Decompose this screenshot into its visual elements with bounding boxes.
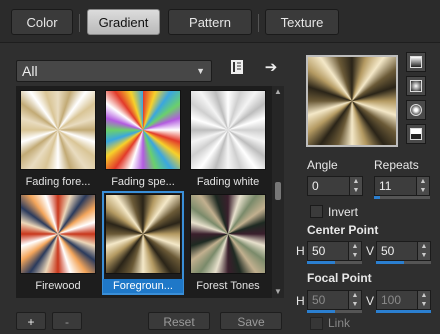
gradient-label: Firewood xyxy=(35,280,81,292)
gradient-thumbnail xyxy=(20,194,96,274)
gradient-item[interactable]: Forest Tones xyxy=(188,192,268,294)
focal-point-label: Focal Point xyxy=(307,271,372,285)
slider-fill xyxy=(376,310,431,313)
repeats-label: Repeats xyxy=(374,158,419,172)
focal-v-value: 100 xyxy=(381,293,402,307)
invert-checkbox[interactable] xyxy=(310,205,323,218)
focal-h-value: 50 xyxy=(312,293,326,307)
repeats-field[interactable]: 11 ▲ ▼ xyxy=(374,176,430,196)
spin-arrows-icon[interactable]: ▲ ▼ xyxy=(348,242,361,260)
repeats-value: 11 xyxy=(379,179,392,193)
scroll-thumb[interactable] xyxy=(275,182,281,200)
tab-gradient[interactable]: Gradient xyxy=(87,9,160,35)
library-icon[interactable] xyxy=(228,59,246,77)
invert-label: Invert xyxy=(328,205,359,219)
add-gradient-button[interactable]: + xyxy=(16,312,46,330)
gradient-item[interactable]: Fading fore... xyxy=(18,88,98,190)
gradient-thumbnail xyxy=(105,90,181,170)
category-dropdown[interactable]: All ▼ xyxy=(16,60,212,82)
tab-pattern[interactable]: Pattern xyxy=(168,9,252,35)
focal-h-field[interactable]: 50 ▲ ▼ xyxy=(307,290,362,310)
chevron-down-icon: ▼ xyxy=(196,66,205,76)
focal-v-label: V xyxy=(366,294,375,308)
gradient-item[interactable]: Fading white xyxy=(188,88,268,190)
gradient-item[interactable]: Firewood xyxy=(18,192,98,294)
gradient-label: Fading spe... xyxy=(111,176,175,188)
linear-style-icon[interactable] xyxy=(406,52,426,72)
spin-arrows-icon[interactable]: ▲ ▼ xyxy=(417,291,430,309)
center-v-field[interactable]: 50 ▲ ▼ xyxy=(376,241,431,261)
center-h-label: H xyxy=(296,244,305,258)
gradient-label: Fading fore... xyxy=(25,176,91,188)
tab-separator xyxy=(258,14,259,32)
focal-h-label: H xyxy=(296,294,305,308)
center-h-value: 50 xyxy=(312,244,326,258)
center-h-slider[interactable] xyxy=(307,261,362,264)
spin-arrows-icon[interactable]: ▲ ▼ xyxy=(417,242,430,260)
tab-color[interactable]: Color xyxy=(11,9,73,35)
angle-label: Angle xyxy=(307,158,338,172)
angle-value: 0 xyxy=(312,179,319,193)
gradient-preview[interactable] xyxy=(306,55,398,147)
center-v-slider[interactable] xyxy=(376,261,431,264)
repeats-slider[interactable] xyxy=(374,196,430,199)
spin-arrows-icon[interactable]: ▲ ▼ xyxy=(416,177,429,195)
slider-fill xyxy=(374,196,380,199)
focal-h-slider[interactable] xyxy=(307,310,362,313)
tab-separator xyxy=(79,14,80,32)
save-button[interactable]: Save xyxy=(220,312,282,330)
tab-bar: Color Gradient Pattern Texture xyxy=(0,0,440,42)
gradient-thumbnail xyxy=(20,90,96,170)
rectangular-style-icon[interactable] xyxy=(406,76,426,96)
gradient-thumbnail xyxy=(190,194,266,274)
center-v-label: V xyxy=(366,244,375,258)
angle-field[interactable]: 0 ▲ ▼ xyxy=(307,176,363,196)
category-value: All xyxy=(22,63,38,79)
focal-v-field[interactable]: 100 ▲ ▼ xyxy=(376,290,431,310)
link-label: Link xyxy=(328,316,351,330)
radial-style-icon[interactable] xyxy=(406,124,426,144)
reset-button[interactable]: Reset xyxy=(148,312,210,330)
scroll-down-icon[interactable]: ▼ xyxy=(272,286,284,298)
sunburst-style-icon[interactable] xyxy=(406,100,426,120)
center-v-value: 50 xyxy=(381,244,395,258)
remove-gradient-button[interactable]: - xyxy=(52,312,82,330)
spin-arrows-icon[interactable]: ▲ ▼ xyxy=(348,291,361,309)
center-h-field[interactable]: 50 ▲ ▼ xyxy=(307,241,362,261)
gradient-thumbnail xyxy=(105,194,181,274)
arrow-right-icon[interactable]: ➔ xyxy=(262,59,280,77)
gradient-item[interactable]: Fading spe... xyxy=(103,88,183,190)
gradient-item[interactable]: Foregroun... xyxy=(102,191,184,295)
gradient-label: Fading white xyxy=(196,176,260,188)
gradient-label: Foregroun... xyxy=(103,279,183,293)
link-checkbox[interactable] xyxy=(310,317,323,330)
center-point-label: Center Point xyxy=(307,223,379,237)
tab-texture[interactable]: Texture xyxy=(265,9,339,35)
grid-scrollbar[interactable]: ▲ ▼ xyxy=(272,86,284,298)
scroll-up-icon[interactable]: ▲ xyxy=(272,86,284,98)
slider-fill xyxy=(307,261,335,264)
spin-arrows-icon[interactable]: ▲ ▼ xyxy=(349,177,362,195)
slider-fill xyxy=(376,261,404,264)
gradient-thumbnail xyxy=(190,90,266,170)
slider-fill xyxy=(307,310,335,313)
gradient-label: Forest Tones xyxy=(196,280,260,292)
focal-v-slider[interactable] xyxy=(376,310,431,313)
